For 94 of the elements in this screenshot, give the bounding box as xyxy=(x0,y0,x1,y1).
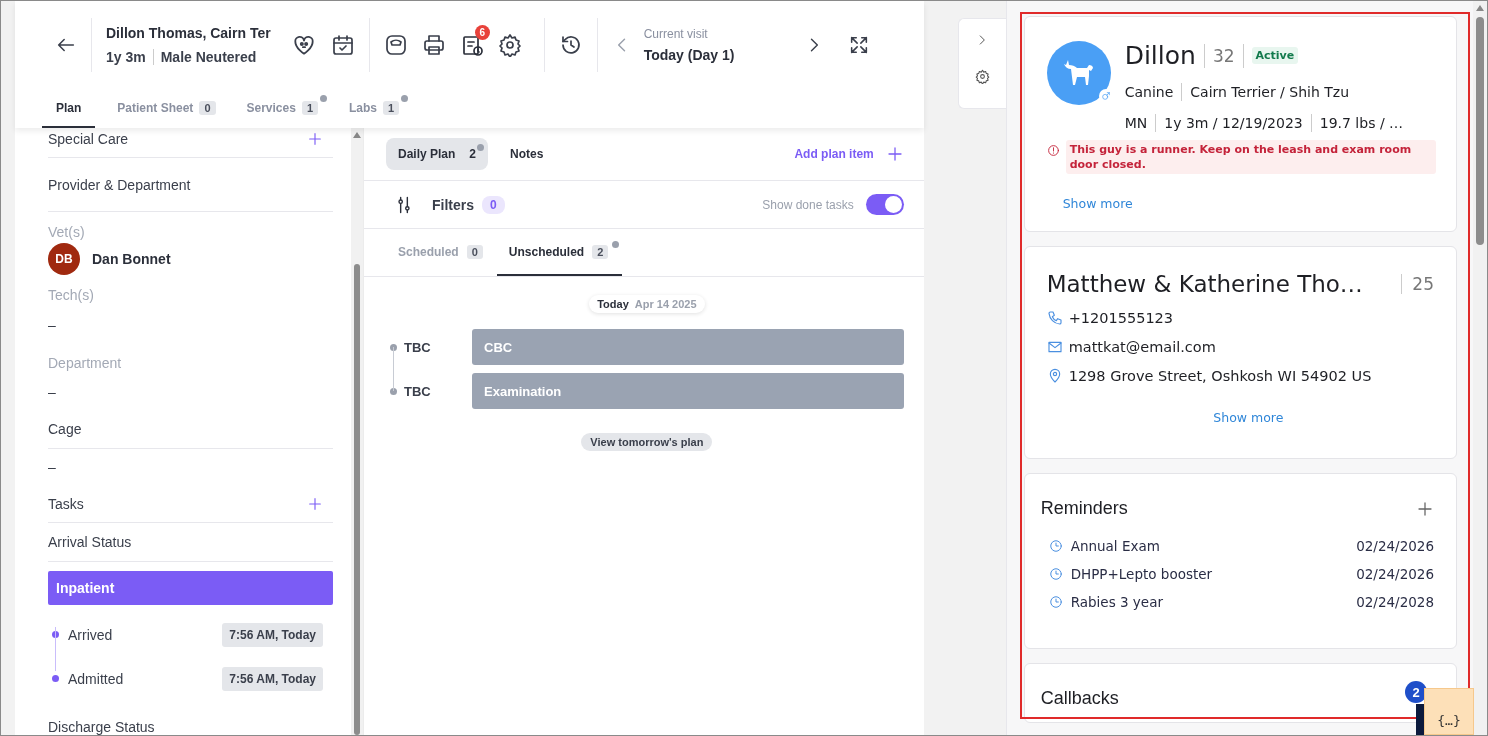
section-title: Cage xyxy=(48,421,82,438)
patient-sex: Male Neutered xyxy=(160,49,257,65)
male-icon xyxy=(1100,91,1111,101)
reminder-date: 02/24/2026 xyxy=(1356,538,1434,554)
patient-name: Dillon xyxy=(1124,41,1196,70)
field-value: – xyxy=(48,316,56,333)
tab[interactable]: Services 1 xyxy=(246,89,327,128)
notification-badge: 6 xyxy=(474,25,490,40)
settings-icon[interactable] xyxy=(974,69,990,84)
field-label: Tech(s) xyxy=(48,287,95,306)
calendar-check-icon[interactable] xyxy=(330,33,355,57)
time-badge: 7:56 AM, Today xyxy=(222,623,323,647)
visit-label: Current visit xyxy=(643,27,709,41)
field-value: – xyxy=(48,384,56,401)
count-badge: 1 xyxy=(301,100,318,115)
section-title: Arrival Status xyxy=(48,533,132,550)
count-badge: 0 xyxy=(199,100,216,115)
address: 1298 Grove Street, Oshkosh WI 54902 US xyxy=(1068,368,1372,384)
tab[interactable]: Unscheduled 2 xyxy=(496,229,623,276)
section-title: Provider & Department xyxy=(48,176,191,193)
scale-icon[interactable] xyxy=(383,33,408,57)
scrollbar[interactable] xyxy=(1473,1,1487,735)
section-title: Discharge Status xyxy=(48,719,156,735)
clock-icon xyxy=(1048,539,1063,553)
section-title: Tasks xyxy=(48,495,84,512)
alert-note: This guy is a runner. Keep on the leash and exam room door closed. xyxy=(1065,140,1436,174)
count-badge: 2 xyxy=(592,244,609,259)
sex: MN xyxy=(1124,115,1148,131)
event-label: Admitted xyxy=(68,671,124,687)
reminder-date: 02/24/2028 xyxy=(1356,594,1434,610)
time-badge: 7:56 AM, Today xyxy=(222,667,323,691)
code-widget[interactable]: {…} xyxy=(1424,688,1474,735)
phone-icon xyxy=(1046,310,1063,326)
species: Canine xyxy=(1124,84,1174,100)
email: mattkat@email.com xyxy=(1068,339,1216,355)
clock-icon xyxy=(1048,567,1063,581)
event-label: Arrived xyxy=(68,627,113,643)
settings-icon[interactable] xyxy=(497,33,522,57)
status-badge: Active xyxy=(1251,47,1299,64)
field-label: Vet(s) xyxy=(48,223,86,242)
plus-icon xyxy=(307,495,323,512)
task-time: TBC xyxy=(404,383,431,399)
alert-icon xyxy=(1046,144,1060,157)
field-value: – xyxy=(48,458,56,475)
breed: Cairn Terrier / Shih Tzu xyxy=(1190,84,1350,100)
date-chip: Today Apr 14 2025 xyxy=(589,295,705,313)
tab[interactable]: Plan xyxy=(42,89,96,128)
count-badge: 1 xyxy=(383,100,400,115)
tab[interactable]: Notes xyxy=(498,138,556,170)
mail-icon xyxy=(1046,339,1063,355)
timeline-dot xyxy=(52,675,59,683)
toggle-switch[interactable] xyxy=(865,194,904,215)
patient-age: 1y 3m xyxy=(106,49,146,65)
view-tomorrow-button[interactable]: View tomorrow's plan xyxy=(581,433,713,451)
avatar: DB xyxy=(48,243,80,276)
add-plan-item-button[interactable]: Add plan item xyxy=(794,145,904,163)
age: 1y 3m / 12/19/2023 xyxy=(1164,115,1303,131)
count-badge: 0 xyxy=(466,244,483,259)
tab[interactable]: Daily Plan 2 xyxy=(386,138,489,170)
plus-icon xyxy=(307,130,323,147)
tab[interactable]: Labs 1 xyxy=(349,89,409,128)
client-count: 25 xyxy=(1401,274,1434,294)
timeline-dot xyxy=(390,387,397,395)
reminder-date: 02/24/2026 xyxy=(1356,566,1434,582)
show-more-link[interactable]: Show more xyxy=(1062,196,1133,211)
card-title: Callbacks xyxy=(1040,688,1119,709)
printer-icon[interactable] xyxy=(421,33,446,57)
reminder-name: DHPP+Lepto booster xyxy=(1070,566,1213,582)
tab[interactable]: Scheduled 0 xyxy=(386,229,497,276)
timeline-dot xyxy=(390,343,397,351)
timeline-dot xyxy=(52,631,59,639)
section-title: Special Care xyxy=(48,130,129,147)
reminder-name: Rabies 3 year xyxy=(1070,594,1163,610)
status-banner: Inpatient xyxy=(48,570,333,605)
visit-value: Today (Day 1) xyxy=(643,47,736,63)
filters-button[interactable]: Filters 0 xyxy=(432,195,505,214)
count-label: 2 xyxy=(469,147,477,161)
toggle-label: Show done tasks xyxy=(762,197,854,212)
weight: 19.7 lbs / … xyxy=(1319,115,1404,131)
count-badge: 0 xyxy=(482,195,505,214)
person-name: Dan Bonnet xyxy=(92,251,171,268)
tab[interactable]: Patient Sheet 0 xyxy=(117,89,225,128)
show-more-link[interactable]: Show more xyxy=(1062,410,1434,425)
phone-number: +1201555123 xyxy=(1068,310,1174,326)
scrollbar[interactable] xyxy=(351,128,363,735)
card-title: Reminders xyxy=(1040,498,1128,519)
field-label: Department xyxy=(48,354,123,373)
client-name: Matthew & Katherine Tho… xyxy=(1046,271,1363,297)
clock-icon xyxy=(1048,595,1063,609)
reminder-name: Annual Exam xyxy=(1070,538,1160,554)
patient-name: Dillon Thomas, Cairn Ter xyxy=(106,25,271,41)
dog-icon xyxy=(1062,59,1095,87)
patient-number: 32 xyxy=(1212,45,1235,66)
task-time: TBC xyxy=(404,339,431,355)
